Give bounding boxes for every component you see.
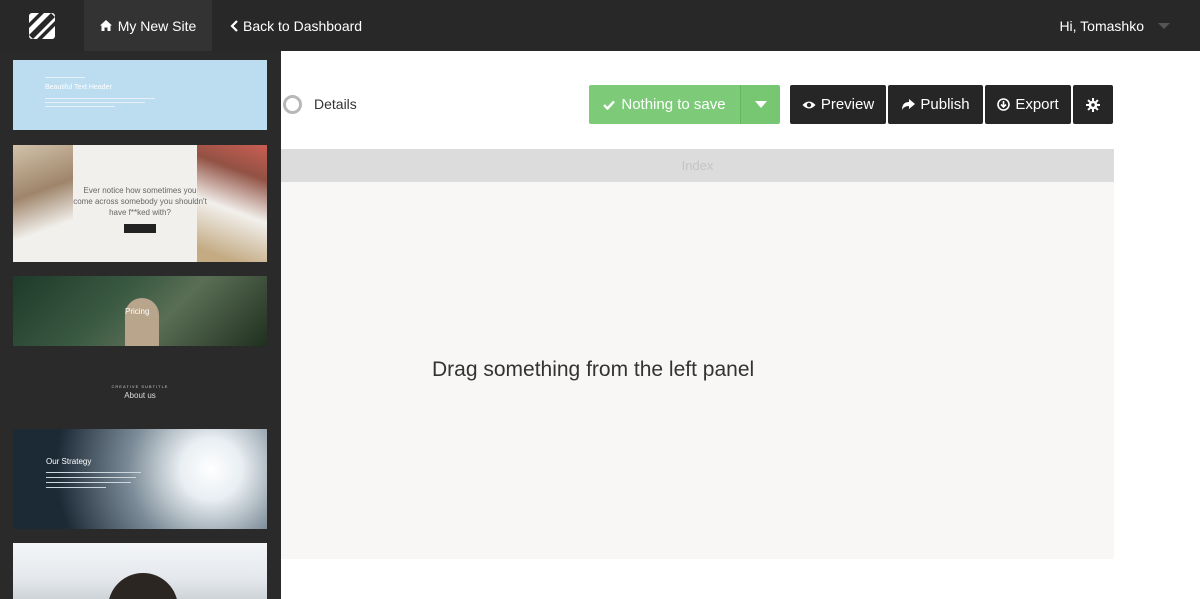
publish-button[interactable]: Publish bbox=[888, 85, 983, 124]
stripes-logo-icon bbox=[27, 10, 57, 41]
block-thumbnail[interactable] bbox=[13, 543, 267, 599]
preview-button[interactable]: Preview bbox=[790, 85, 886, 124]
canvas-placeholder: Drag something from the left panel bbox=[432, 358, 755, 381]
export-button[interactable]: Export bbox=[985, 85, 1071, 124]
thumbnail-title: Pricing bbox=[125, 307, 150, 316]
radio-icon bbox=[283, 94, 302, 114]
home-icon bbox=[99, 20, 112, 31]
thumbnail-text-line bbox=[46, 482, 131, 483]
page-name-label: Index bbox=[681, 158, 714, 173]
block-thumbnail[interactable]: Beautiful Text Header bbox=[13, 60, 267, 130]
thumbnail-title: Ever notice how sometimes you come acros… bbox=[73, 186, 207, 217]
chevron-left-icon bbox=[230, 19, 238, 32]
save-button-group: Nothing to save bbox=[589, 85, 780, 124]
thumbnail-button bbox=[124, 224, 156, 233]
save-button[interactable]: Nothing to save bbox=[589, 85, 740, 124]
thumbnail-title: Beautiful Text Header bbox=[45, 84, 112, 91]
preview-button-label: Preview bbox=[820, 96, 875, 113]
gear-icon bbox=[1086, 97, 1100, 112]
user-menu[interactable]: Hi, Tomashko bbox=[1059, 0, 1170, 51]
thumbnail-image bbox=[197, 145, 267, 262]
page-details-toggle[interactable]: Details bbox=[283, 94, 357, 114]
thumbnail-text-line bbox=[45, 102, 145, 103]
thumbnail-subtitle: CREATIVE SUBTITLE bbox=[111, 384, 169, 389]
site-tab[interactable]: My New Site bbox=[84, 0, 212, 51]
settings-button[interactable] bbox=[1073, 85, 1113, 124]
blocks-sidebar: Beautiful Text Header Ever notice how so… bbox=[0, 51, 281, 599]
block-thumbnail[interactable]: Our Strategy bbox=[13, 429, 267, 529]
save-options-dropdown[interactable] bbox=[740, 85, 780, 124]
thumbnail-text-line bbox=[46, 477, 136, 478]
user-greeting: Hi, Tomashko bbox=[1059, 17, 1144, 34]
top-bar: My New Site Back to Dashboard Hi, Tomash… bbox=[0, 0, 1200, 51]
app-logo[interactable] bbox=[0, 0, 84, 51]
thumbnail-text-line bbox=[45, 77, 85, 78]
eye-icon bbox=[802, 101, 816, 108]
thumbnail-image bbox=[108, 573, 178, 599]
back-to-dashboard-link[interactable]: Back to Dashboard bbox=[230, 0, 362, 51]
check-icon bbox=[603, 100, 616, 110]
site-tab-label: My New Site bbox=[117, 17, 197, 34]
caret-down-icon bbox=[754, 101, 767, 108]
thumbnail-title: About us bbox=[124, 391, 156, 400]
save-button-label: Nothing to save bbox=[621, 96, 726, 113]
thumbnail-text-line bbox=[45, 98, 155, 99]
thumbnail-text-line bbox=[46, 487, 106, 488]
thumbnail-text-line bbox=[45, 106, 115, 107]
thumbnail-title: Our Strategy bbox=[46, 457, 92, 466]
caret-down-icon bbox=[1158, 22, 1170, 29]
block-thumbnail[interactable]: Pricing bbox=[13, 276, 267, 346]
block-thumbnail[interactable]: Ever notice how sometimes you come acros… bbox=[13, 145, 267, 262]
page-index-bar[interactable]: Index bbox=[281, 149, 1114, 182]
publish-button-label: Publish bbox=[920, 96, 970, 113]
share-arrow-icon bbox=[902, 98, 916, 110]
export-button-label: Export bbox=[1015, 96, 1059, 113]
details-label: Details bbox=[314, 96, 357, 112]
thumbnail-text-line bbox=[46, 472, 141, 473]
thumbnail-image bbox=[13, 145, 73, 262]
download-circle-icon bbox=[997, 98, 1011, 111]
thumbnail-image bbox=[125, 298, 159, 346]
back-link-label: Back to Dashboard bbox=[243, 17, 363, 34]
